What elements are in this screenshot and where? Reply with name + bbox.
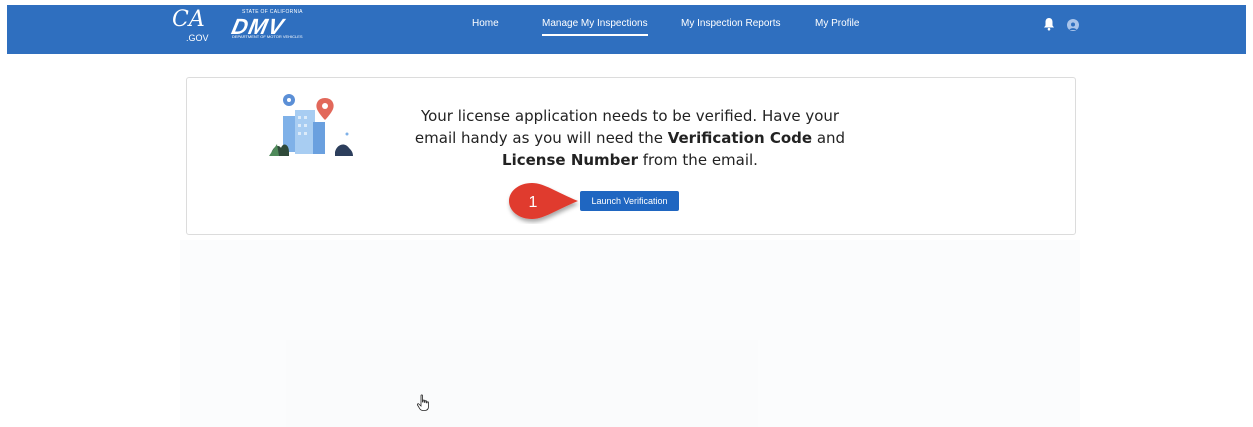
ca-logo-sub: .GOV — [186, 33, 209, 43]
step-callout-marker: 1 — [509, 183, 578, 219]
verification-message: Your license application needs to be ver… — [400, 105, 860, 171]
hand-cursor-icon — [416, 394, 429, 411]
dmv-logo[interactable]: STATE OF CALIFORNIA DMV DEPARTMENT OF MO… — [228, 9, 310, 39]
message-text-2: and — [812, 129, 846, 147]
license-number-label: License Number — [502, 151, 638, 169]
page-background-inner-panel — [286, 340, 758, 427]
nav-my-inspection-reports[interactable]: My Inspection Reports — [681, 18, 781, 29]
verification-code-label: Verification Code — [667, 129, 813, 147]
nav-manage-my-inspections[interactable]: Manage My Inspections — [542, 18, 648, 36]
user-avatar-icon[interactable] — [1067, 19, 1079, 31]
bell-icon[interactable] — [1043, 17, 1055, 31]
launch-verification-button[interactable]: Launch Verification — [580, 191, 679, 211]
nav-my-profile[interactable]: My Profile — [815, 18, 859, 29]
dmv-logo-dept: DEPARTMENT OF MOTOR VEHICLES — [232, 34, 303, 39]
nav-home[interactable]: Home — [472, 18, 499, 29]
message-text-3: from the email. — [637, 151, 758, 169]
ca-gov-logo[interactable]: CA .GOV — [172, 9, 209, 44]
building-location-illustration-icon — [269, 94, 353, 156]
step-number: 1 — [529, 194, 538, 211]
